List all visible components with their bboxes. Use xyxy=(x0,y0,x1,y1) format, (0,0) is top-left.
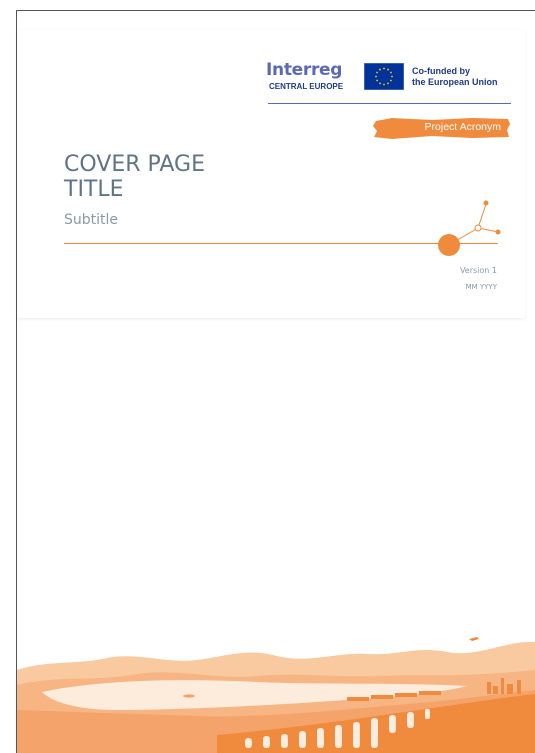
eu-star xyxy=(390,79,392,82)
eu-star xyxy=(379,82,381,85)
interreg-wordmark: Interreg xyxy=(266,60,343,80)
eu-star xyxy=(387,82,389,85)
version-label: Version 1 xyxy=(459,266,497,275)
page-title-line2: TITLE xyxy=(64,177,124,202)
eu-star xyxy=(375,75,377,78)
eu-star xyxy=(390,71,392,74)
eu-star xyxy=(383,83,385,86)
page-title-line1: COVER PAGE xyxy=(64,152,205,177)
page-border-top xyxy=(16,10,535,11)
eu-star xyxy=(383,67,385,70)
project-acronym-badge: Project Acronym xyxy=(372,116,511,140)
eu-star xyxy=(376,71,378,74)
eu-cofunded-text: Co-funded by the European Union xyxy=(412,66,498,88)
cover-page: Interreg CENTRAL EUROPE Co-funded by the… xyxy=(0,0,535,753)
eu-star xyxy=(387,68,389,71)
eu-flag-icon xyxy=(363,62,405,91)
page-subtitle: Subtitle xyxy=(64,212,119,228)
interreg-program: CENTRAL EUROPE xyxy=(269,82,344,91)
project-acronym-text: Project Acronym xyxy=(424,121,501,133)
network-node-icon xyxy=(438,200,501,256)
eu-star xyxy=(376,79,378,82)
page-title: COVER PAGE TITLE xyxy=(64,152,205,202)
logo-divider xyxy=(268,103,511,104)
date-label: MM YYYY xyxy=(465,283,497,291)
eu-star xyxy=(391,75,393,78)
eu-star xyxy=(379,68,381,71)
interreg-logo: Interreg CENTRAL EUROPE xyxy=(266,60,356,100)
eu-cofunded-line1: Co-funded by xyxy=(412,66,470,76)
landscape-illustration xyxy=(17,637,535,753)
eu-cofunded-line2: the European Union xyxy=(412,77,498,87)
